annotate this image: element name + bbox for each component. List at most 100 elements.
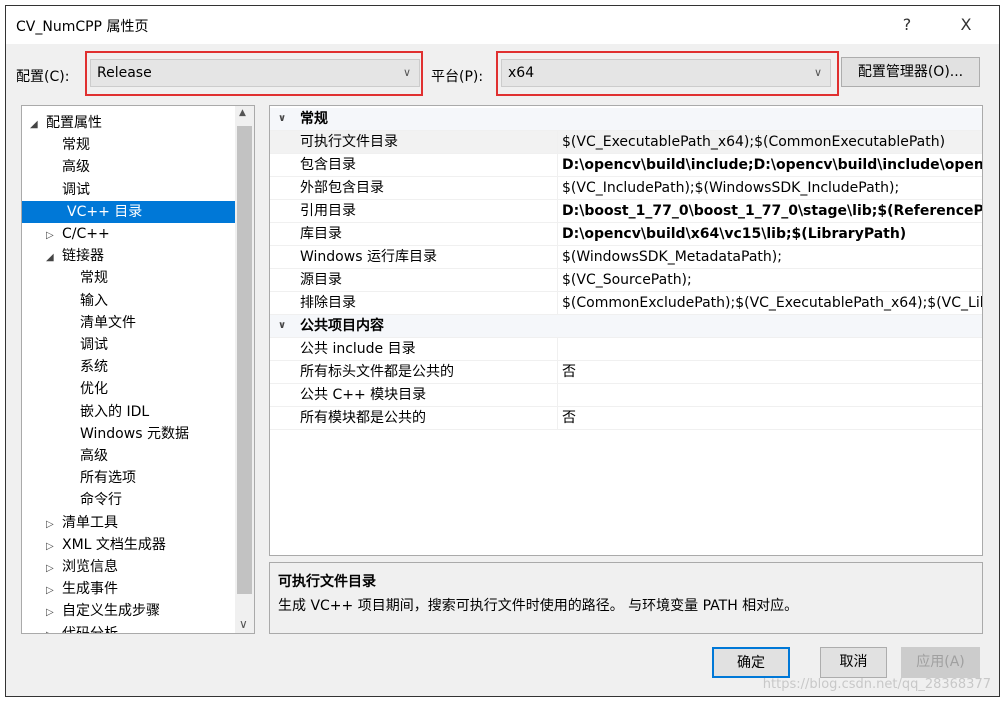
property-value[interactable]: D:\boost_1_77_0\boost_1_77_0\stage\lib;$…	[557, 200, 982, 222]
property-value[interactable]: 否	[557, 407, 982, 429]
property-value[interactable]: $(CommonExcludePath);$(VC_ExecutablePath…	[557, 292, 982, 314]
tree-item[interactable]: 嵌入的 IDL	[64, 401, 149, 423]
tree-item[interactable]: ▷ C/C++	[46, 223, 110, 245]
tree-item[interactable]: ▷ 生成事件	[46, 578, 118, 600]
tree-item-label: 调试	[80, 337, 108, 353]
tree-scrollbar[interactable]: ▲ ∨	[235, 106, 254, 633]
tree-item[interactable]: 调试	[64, 334, 108, 356]
tree-item[interactable]: Windows 元数据	[64, 423, 189, 445]
property-pages-dialog: CV_NumCPP 属性页 ? X 配置(C): Release ∨ 平台(P)…	[5, 5, 1000, 697]
description-panel: 可执行文件目录 生成 VC++ 项目期间，搜索可执行文件时使用的路径。 与环境变…	[269, 562, 983, 634]
property-row[interactable]: 公共 include 目录	[270, 338, 982, 361]
property-row[interactable]: 包含目录 D:\opencv\build\include;D:\opencv\bu…	[270, 154, 982, 177]
tree-item-label: 清单工具	[62, 514, 118, 531]
tree-item[interactable]: ▷ 自定义生成步骤	[46, 600, 160, 622]
close-button[interactable]: X	[951, 12, 981, 38]
tree-item-label: 浏览信息	[62, 559, 118, 575]
property-value[interactable]: $(VC_IncludePath);$(WindowsSDK_IncludePa…	[557, 177, 982, 199]
tree-item[interactable]: 清单文件	[64, 312, 136, 334]
cancel-button[interactable]: 取消	[820, 647, 887, 678]
property-value[interactable]: D:\opencv\build\include;D:\opencv\build\…	[557, 154, 982, 176]
property-row[interactable]: 库目录 D:\opencv\build\x64\vc15\lib;$(Librar…	[270, 223, 982, 246]
tree-item-label: 调试	[62, 181, 90, 198]
tree-item-label: 优化	[80, 381, 108, 398]
tree-item-label: 代码分析	[62, 625, 118, 634]
property-row[interactable]: 排除目录 $(CommonExcludePath);$(VC_Executable…	[270, 292, 982, 315]
scroll-down-icon[interactable]: ∨	[239, 617, 248, 631]
collapse-arrow-icon[interactable]: ◢	[46, 247, 62, 269]
property-value[interactable]: $(WindowsSDK_MetadataPath);	[557, 246, 982, 268]
expand-arrow-icon[interactable]: ▷	[46, 536, 62, 558]
tree-item[interactable]: ◢ 配置属性	[30, 112, 102, 134]
tree-item-label: C/C++	[62, 226, 110, 242]
grid-section-header[interactable]: ∨ 常规	[270, 108, 982, 131]
property-name: Windows 运行库目录	[300, 249, 437, 265]
tree-item-label: 系统	[80, 359, 108, 376]
tree-item-label: Windows 元数据	[80, 425, 189, 442]
collapse-arrow-icon[interactable]: ◢	[30, 114, 46, 136]
property-name: 可执行文件目录	[300, 134, 398, 150]
tree-item[interactable]: 命令行	[64, 489, 122, 511]
property-name: 公共 include 目录	[300, 341, 416, 357]
grid-section-header[interactable]: ∨ 公共项目内容	[270, 315, 982, 338]
property-row[interactable]: 所有模块都是公共的 否	[270, 407, 982, 430]
property-name: 所有模块都是公共的	[300, 410, 426, 426]
tree-item[interactable]: 高级	[64, 445, 108, 467]
expand-arrow-icon[interactable]: ▷	[46, 580, 62, 602]
tree-item[interactable]: ▷ XML 文档生成器	[46, 534, 166, 556]
tree-item[interactable]: 输入	[64, 290, 108, 312]
config-manager-button[interactable]: 配置管理器(O)...	[841, 57, 980, 87]
tree-item-label: 输入	[80, 292, 108, 309]
property-row[interactable]: 引用目录 D:\boost_1_77_0\boost_1_77_0\stage\l…	[270, 200, 982, 223]
property-name: 常规	[300, 111, 328, 127]
tree-item[interactable]: ▷ 浏览信息	[46, 556, 118, 578]
expand-arrow-icon[interactable]: ▷	[46, 625, 62, 633]
expand-arrow-icon[interactable]: ▷	[46, 514, 62, 536]
property-value[interactable]	[557, 384, 982, 406]
expand-arrow-icon[interactable]: ▷	[46, 602, 62, 624]
property-value[interactable]: $(VC_ExecutablePath_x64);$(CommonExecuta…	[557, 131, 982, 153]
tree-item-label: 清单文件	[80, 314, 136, 331]
tree-item[interactable]: 优化	[64, 378, 108, 400]
collapse-icon[interactable]: ∨	[278, 315, 286, 337]
tree-item[interactable]: 常规	[64, 267, 108, 289]
tree-item-label: 所有选项	[80, 470, 136, 487]
tree-item[interactable]: VC++ 目录	[22, 200, 235, 223]
tree-item-label: 常规	[62, 137, 90, 154]
tree-item[interactable]: 所有选项	[64, 467, 136, 489]
property-name: 公共 C++ 模块目录	[300, 387, 427, 403]
collapse-icon[interactable]: ∨	[278, 108, 286, 130]
expand-arrow-icon[interactable]: ▷	[46, 558, 62, 580]
property-value[interactable]	[557, 338, 982, 360]
property-row[interactable]: 可执行文件目录 $(VC_ExecutablePath_x64);$(Common…	[270, 131, 982, 154]
tree-item[interactable]: 系统	[64, 356, 108, 378]
tree-item-label: 高级	[80, 448, 108, 464]
tree-item[interactable]: 常规	[46, 134, 90, 156]
tree-item[interactable]: 调试	[46, 179, 90, 201]
property-row[interactable]: 所有标头文件都是公共的 否	[270, 361, 982, 384]
category-tree: ▷代码分析▷自定义生成步骤▷生成事件▷浏览信息▷XML 文档生成器▷清单工具命令…	[21, 105, 255, 634]
property-value[interactable]: D:\opencv\build\x64\vc15\lib;$(LibraryPa…	[557, 223, 982, 245]
property-row[interactable]: 外部包含目录 $(VC_IncludePath);$(WindowsSDK_Inc…	[270, 177, 982, 200]
tree-item[interactable]: ▷ 清单工具	[46, 512, 118, 534]
tree-item-label: 命令行	[80, 492, 122, 509]
scroll-up-icon[interactable]: ▲	[239, 108, 246, 118]
property-row[interactable]: 源目录 $(VC_SourcePath);	[270, 269, 982, 292]
expand-arrow-icon[interactable]: ▷	[46, 225, 62, 247]
property-value[interactable]: $(VC_SourcePath);	[557, 269, 982, 291]
property-row[interactable]: 公共 C++ 模块目录	[270, 384, 982, 407]
scrollbar-thumb[interactable]	[237, 126, 252, 594]
tree-item[interactable]: 高级	[46, 156, 90, 178]
property-name: 包含目录	[300, 157, 356, 173]
property-row[interactable]: Windows 运行库目录 $(WindowsSDK_MetadataPath);	[270, 246, 982, 269]
property-value[interactable]: 否	[557, 361, 982, 383]
help-button[interactable]: ?	[892, 12, 922, 38]
tree-item[interactable]: ◢ 链接器	[46, 245, 104, 267]
watermark: https://blog.csdn.net/qq_28368377	[762, 677, 991, 692]
title-bar: CV_NumCPP 属性页 ? X	[6, 6, 999, 44]
apply-button[interactable]: 应用(A)	[901, 647, 980, 678]
ok-button[interactable]: 确定	[712, 647, 790, 678]
config-label: 配置(C):	[16, 69, 70, 85]
tree-item-label: 常规	[80, 270, 108, 287]
property-grid: ∨ 常规可执行文件目录 $(VC_ExecutablePath_x64);$(Com…	[269, 105, 983, 556]
